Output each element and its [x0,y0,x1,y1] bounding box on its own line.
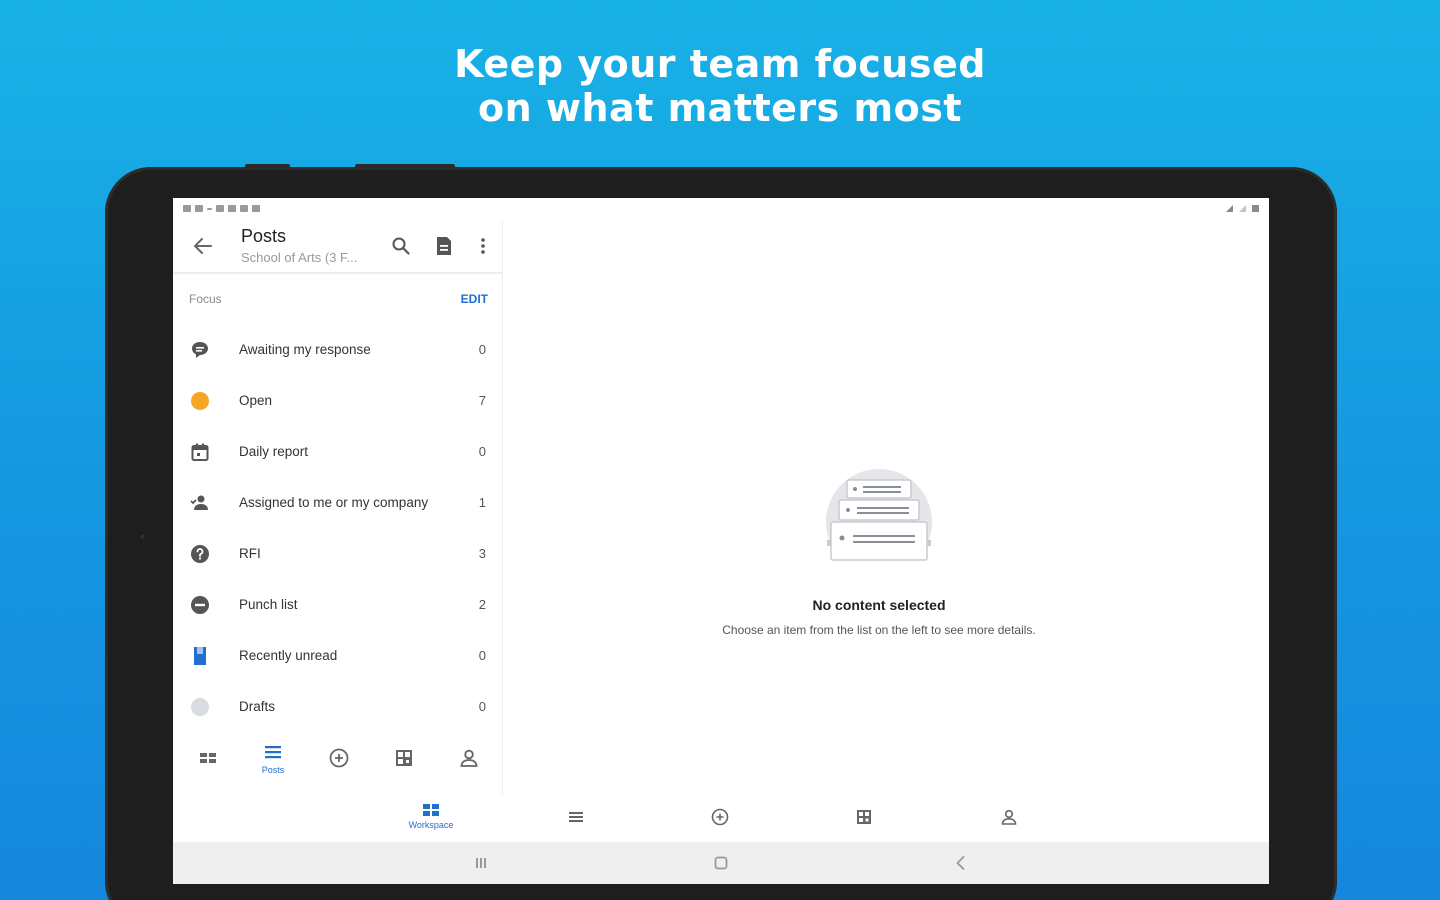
focus-header: Focus EDIT [173,274,502,324]
add-circle-icon [329,748,349,768]
notification-icon [252,205,260,212]
notification-icon [183,205,191,212]
focus-item-label: Punch list [239,597,298,612]
focus-list: Awaiting my response 0 Open 7 Daily repo… [173,324,502,732]
tab-workspace[interactable] [183,742,233,786]
signal-icon [1226,205,1233,212]
tab-profile[interactable] [444,742,494,786]
qr-code-icon [857,810,871,824]
grid-icon [423,804,439,816]
focus-item-label: Assigned to me or my company [239,495,429,510]
focus-item-drafts[interactable]: Drafts 0 [173,681,502,732]
headline-line-1: Keep your team focused [454,42,986,86]
empty-state-description: Choose an item from the list on the left… [722,623,1036,637]
focus-item-count: 2 [478,597,486,612]
bottom-tab-add[interactable] [685,802,755,827]
person-icon [460,749,478,767]
more-vert-icon[interactable] [471,234,495,258]
open-status-dot-icon [189,390,211,412]
notification-icon [195,205,203,212]
title-block: Posts School of Arts (3 F... [241,226,376,265]
draft-dot-icon [189,696,211,718]
focus-item-assigned[interactable]: Assigned to me or my company 1 [173,477,502,528]
focus-item-count: 3 [478,546,486,561]
empty-state: No content selected Choose an item from … [693,468,1065,637]
focus-item-label: Recently unread [239,648,338,663]
focus-item-count: 0 [478,648,486,663]
wifi-icon [1239,205,1246,212]
list-icon [265,746,281,759]
volume-button [245,164,290,168]
focus-item-label: Awaiting my response [239,342,371,357]
bottom-tab-profile[interactable] [974,802,1044,827]
recent-apps-icon[interactable] [471,854,491,872]
focus-label: Focus [189,292,222,306]
minus-circle-icon [189,594,211,616]
focus-item-label: Open [239,393,273,408]
focus-item-recently-unread[interactable]: Recently unread 0 [173,630,502,681]
panel-tab-bar: Posts [173,734,503,794]
focus-item-label: Drafts [239,699,276,714]
battery-icon [1252,205,1259,212]
back-icon[interactable] [951,854,971,872]
add-circle-icon [711,808,729,826]
notification-icon [207,208,212,210]
focus-item-count: 1 [478,495,486,510]
calendar-icon [189,441,211,463]
focus-item-awaiting-response[interactable]: Awaiting my response 0 [173,324,502,375]
focus-item-count: 7 [478,393,486,408]
power-button [355,164,455,168]
search-icon[interactable] [389,234,413,258]
assigned-person-icon [189,492,211,514]
edit-button[interactable]: EDIT [461,292,488,306]
list-icon [569,812,583,822]
notification-icon [216,205,224,212]
system-status-icons [1226,205,1259,212]
tab-add[interactable] [314,742,364,786]
focus-item-rfi[interactable]: RFI 3 [173,528,502,579]
posts-panel: Posts School of Arts (3 F... Focus EDIT [173,222,503,794]
headline-line-2: on what matters most [478,86,962,130]
bottom-tab-workspace-label: Workspace [408,820,454,830]
tab-posts[interactable]: Posts [248,742,298,786]
promo-headline: Keep your team focused on what matters m… [0,42,1440,130]
grid-icon [200,753,216,763]
focus-item-label: Daily report [239,444,309,459]
bottom-tab-workspace[interactable]: Workspace [396,802,466,830]
notification-icon [240,205,248,212]
app-bar: Posts School of Arts (3 F... [173,222,502,274]
back-arrow-icon[interactable] [191,234,215,258]
camera [138,532,147,541]
empty-state-title: No content selected [812,597,946,613]
status-bar [173,198,1269,222]
focus-item-open[interactable]: Open 7 [173,375,502,426]
device-screen: Posts School of Arts (3 F... Focus EDIT [173,198,1269,884]
tab-scan[interactable] [379,742,429,786]
page-subtitle: School of Arts (3 F... [241,250,358,265]
notification-icon [228,205,236,212]
bottom-nav-bar: Workspace [173,794,1269,842]
document-icon[interactable] [432,234,456,258]
person-icon [1001,809,1017,825]
qr-code-icon [396,750,412,766]
home-icon[interactable] [711,854,731,872]
focus-item-count: 0 [478,444,486,459]
focus-item-punch-list[interactable]: Punch list 2 [173,579,502,630]
bottom-tab-scan[interactable] [829,802,899,827]
focus-item-label: RFI [239,546,261,561]
bookmark-icon [189,645,211,667]
focus-item-count: 0 [478,342,486,357]
question-circle-icon [189,543,211,565]
bottom-tab-posts[interactable] [541,802,611,827]
page-title: Posts [241,226,287,246]
empty-inbox-illustration [825,469,933,576]
chat-bubble-icon [189,339,211,361]
notification-icons [183,205,260,212]
focus-item-daily-report[interactable]: Daily report 0 [173,426,502,477]
tab-posts-label: Posts [261,765,285,775]
system-navigation-bar [173,842,1269,884]
focus-item-count: 0 [478,699,486,714]
